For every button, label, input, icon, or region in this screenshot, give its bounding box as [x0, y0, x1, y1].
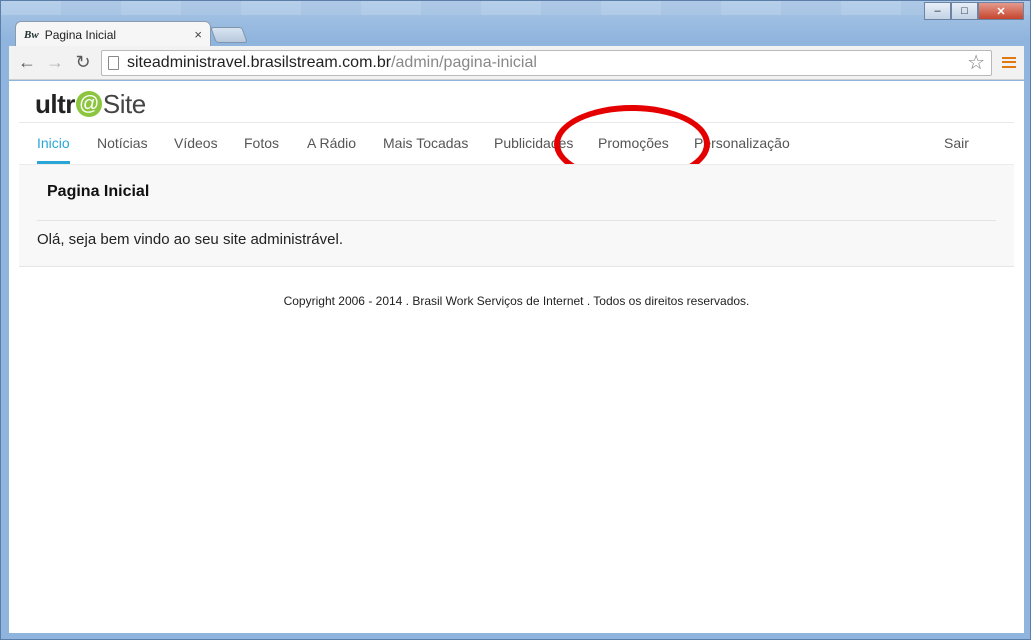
browser-toolbar: ← → ↻ siteadministravel.brasilstream.com…	[9, 46, 1024, 80]
nav-item-inicio[interactable]: Inicio	[37, 123, 70, 164]
new-tab-button[interactable]	[210, 27, 248, 43]
tab-title: Pagina Inicial	[44, 27, 117, 42]
forward-arrow-icon[interactable]: →	[43, 51, 67, 75]
maximize-button[interactable]: □	[951, 2, 978, 20]
back-arrow-icon[interactable]: ←	[15, 51, 39, 75]
window-close-button[interactable]: ✕	[978, 2, 1024, 20]
browser-window: Bw Pagina Inicial × – □ ✕ ← → ↻ siteadmi…	[0, 0, 1031, 640]
page-title: Pagina Inicial	[47, 183, 150, 200]
address-bar[interactable]: siteadministravel.brasilstream.com.br/ad…	[101, 49, 992, 76]
browser-tab[interactable]: Bw Pagina Inicial ×	[15, 21, 211, 47]
content-panel: Pagina Inicial Olá, seja bem vindo ao se…	[19, 164, 1014, 267]
page-viewport: ultr @ Site Inicio Notícias Vídeos Fotos A…	[9, 81, 1024, 633]
nav-item-videos[interactable]: Vídeos	[174, 123, 218, 164]
logo-text-ultr: ultr	[35, 88, 75, 119]
logo-text-site: Site	[102, 88, 146, 119]
footer-copyright: Copyright 2006 - 2014 . Brasil Work Serv…	[283, 294, 750, 308]
nav-item-personalizacao[interactable]: Personalização	[694, 123, 790, 164]
nav-item-mais-tocadas[interactable]: Mais Tocadas	[383, 123, 468, 164]
tab-close-icon[interactable]: ×	[194, 27, 202, 42]
panel-divider	[37, 220, 996, 221]
nav-item-noticias[interactable]: Notícias	[97, 123, 148, 164]
nav-item-a-radio[interactable]: A Rádio	[307, 123, 356, 164]
site-logo[interactable]: ultr @ Site	[35, 89, 146, 119]
nav-item-publicidades[interactable]: Publicidades	[494, 123, 573, 164]
url-host: siteadministravel.brasilstream.com.br	[127, 53, 392, 71]
nav-item-promocoes[interactable]: Promoções	[598, 123, 669, 164]
title-bar: Bw Pagina Inicial × – □ ✕	[1, 1, 1030, 47]
window-controls: – □ ✕	[924, 2, 1024, 20]
welcome-text: Olá, seja bem vindo ao seu site administ…	[37, 231, 343, 248]
bookmark-star-icon[interactable]: ☆	[967, 50, 985, 75]
minimize-button[interactable]: –	[924, 2, 951, 20]
page-icon	[108, 55, 119, 70]
nav-item-fotos[interactable]: Fotos	[244, 123, 279, 164]
nav-item-sair[interactable]: Sair	[944, 123, 969, 164]
reload-icon[interactable]: ↻	[71, 51, 95, 75]
background-window-strip	[1, 1, 1030, 15]
url-path: /admin/pagina-inicial	[391, 53, 537, 71]
main-nav: Inicio Notícias Vídeos Fotos A Rádio Mai…	[19, 123, 1014, 164]
browser-menu-icon[interactable]	[1000, 54, 1018, 72]
logo-at-icon: @	[75, 91, 102, 117]
favicon-icon: Bw	[24, 28, 39, 41]
